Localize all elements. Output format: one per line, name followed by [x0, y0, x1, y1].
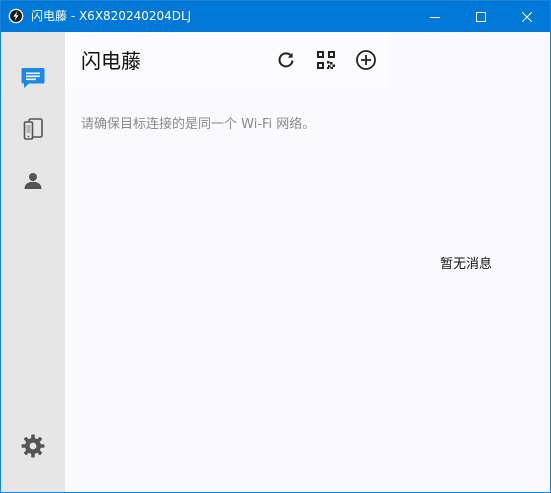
gear-icon	[21, 434, 45, 458]
page-title: 闪电藤	[81, 49, 141, 73]
qr-code-button[interactable]	[312, 46, 340, 74]
app-window: 闪电藤 - X6X820240204DLJ 闪电藤 请确保目标连接的是同一个 W…	[0, 0, 551, 493]
minimize-icon	[430, 16, 440, 18]
empty-messages-label: 暂无消息	[440, 257, 493, 272]
close-button[interactable]	[504, 1, 550, 32]
window-title: 闪电藤 - X6X820240204DLJ	[31, 9, 192, 23]
add-button[interactable]	[352, 46, 380, 74]
title-bar[interactable]: 闪电藤 - X6X820240204DLJ	[1, 1, 550, 32]
chat-icon	[21, 68, 45, 88]
maximize-button[interactable]	[458, 1, 504, 32]
qr-code-icon	[317, 51, 335, 69]
minimize-button[interactable]	[412, 1, 458, 32]
sidebar-item-settings[interactable]	[1, 422, 65, 470]
close-icon	[522, 11, 532, 22]
wifi-hint-text: 请确保目标连接的是同一个 Wi-Fi 网络。	[81, 117, 316, 132]
sidebar	[1, 32, 65, 492]
person-icon	[24, 173, 42, 189]
maximize-icon	[476, 11, 486, 22]
lightning-vine-app-icon	[8, 8, 24, 24]
refresh-icon	[278, 52, 294, 68]
main-content: 闪电藤 请确保目标连接的是同一个 Wi-Fi 网络。 暂无消息	[65, 32, 550, 492]
header: 闪电藤	[65, 32, 387, 88]
devices-icon	[23, 118, 43, 140]
refresh-button[interactable]	[272, 46, 300, 74]
sidebar-item-messages[interactable]	[1, 54, 65, 102]
add-circle-icon	[356, 50, 376, 70]
sidebar-item-devices[interactable]	[1, 105, 65, 153]
sidebar-item-contacts[interactable]	[1, 157, 65, 205]
